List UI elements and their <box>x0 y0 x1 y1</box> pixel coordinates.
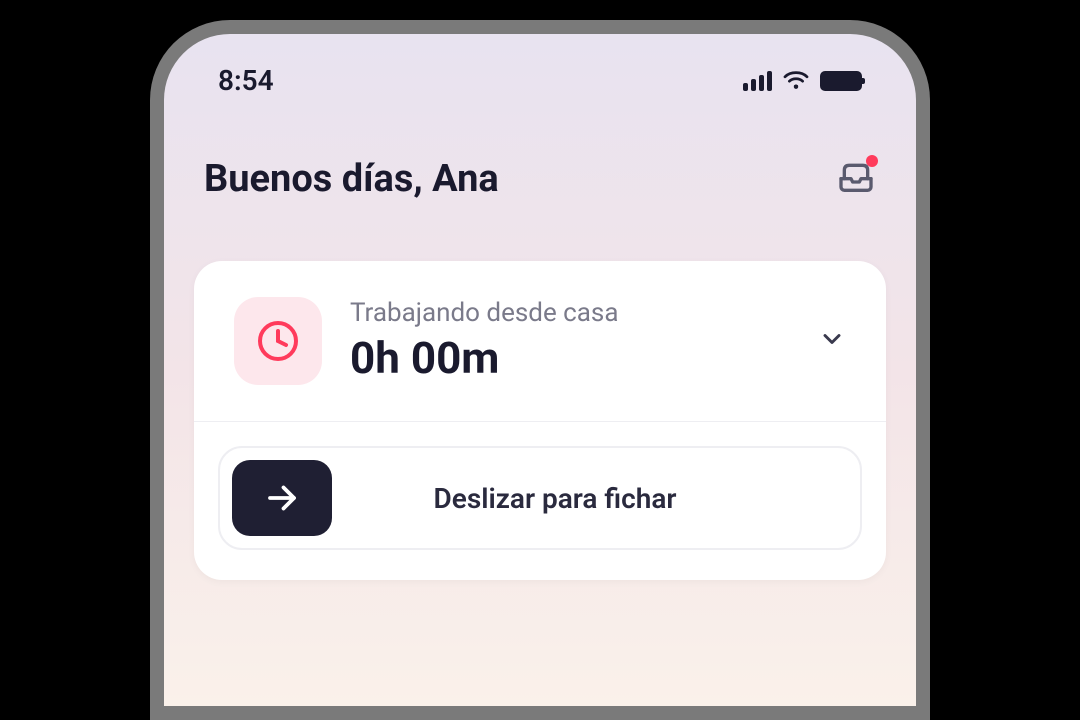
clock-in-slider[interactable]: Deslizar para fichar <box>218 446 862 550</box>
greeting-text: Buenos días, Ana <box>204 157 499 201</box>
battery-icon <box>820 71 862 91</box>
status-bar: 8:54 <box>164 34 916 117</box>
slider-handle[interactable] <box>232 460 332 536</box>
slider-label: Deslizar para fichar <box>352 482 848 515</box>
slider-container: Deslizar para fichar <box>194 422 886 580</box>
notification-dot <box>866 155 878 167</box>
wifi-icon <box>782 68 810 94</box>
work-status-card: Trabajando desde casa 0h 00m <box>194 261 886 580</box>
work-status-text: Trabajando desde casa 0h 00m <box>350 298 790 384</box>
inbox-button[interactable] <box>836 157 876 201</box>
work-status-row[interactable]: Trabajando desde casa 0h 00m <box>194 261 886 422</box>
cellular-signal-icon <box>743 71 772 91</box>
header: Buenos días, Ana <box>164 117 916 221</box>
arrow-right-icon <box>264 480 300 516</box>
clock-icon <box>254 317 302 365</box>
work-location-label: Trabajando desde casa <box>350 298 790 328</box>
status-icons <box>743 68 862 94</box>
clock-badge <box>234 297 322 385</box>
phone-frame: 8:54 Buenos día <box>150 20 930 720</box>
screen: 8:54 Buenos día <box>164 34 916 706</box>
status-time: 8:54 <box>218 64 274 97</box>
chevron-down-icon <box>818 325 846 357</box>
work-time-display: 0h 00m <box>350 332 790 384</box>
